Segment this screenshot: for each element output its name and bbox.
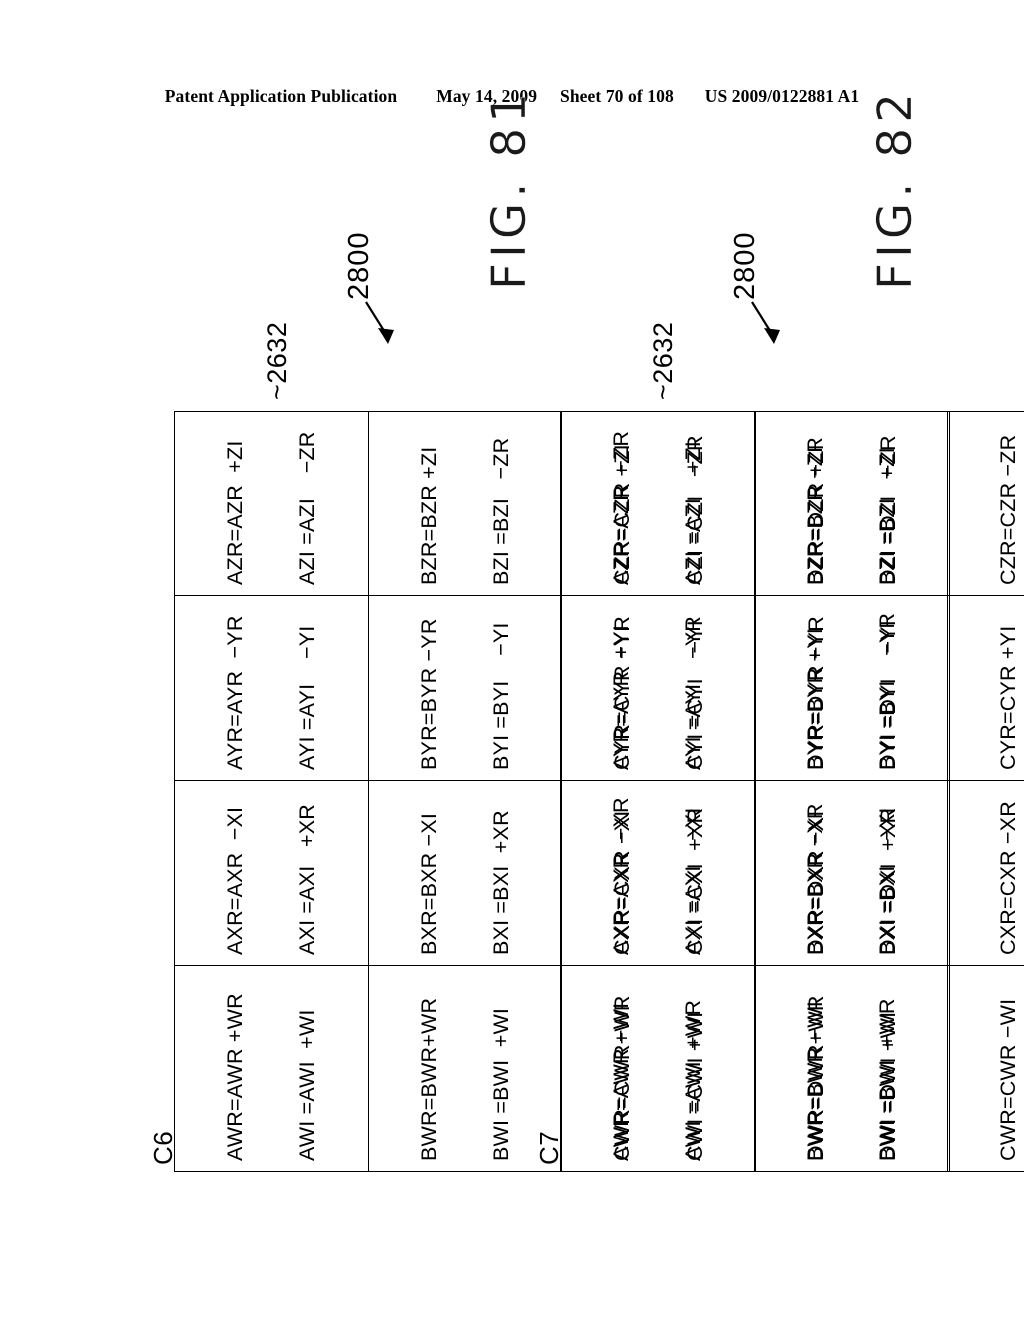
cell-line-1: AZR=AZR −ZR	[609, 430, 634, 585]
cell-line-2: BWI =BWI +WR	[875, 998, 900, 1161]
cell-line-2: AXI =AXI −XI	[681, 807, 706, 955]
figure-caption-82: FIG. 82	[868, 87, 923, 290]
operation-table-fig82: AWR=AWR −WI AWI =AWI +WR AXR=AXR −XR AXI…	[560, 411, 1024, 1172]
cell-line-2: AZI =AZI +ZI	[681, 441, 706, 585]
cell-line-1: AYR=AYR +YI	[609, 625, 634, 770]
cell-line-1: CZR=CZR −ZR	[996, 434, 1021, 585]
table-cell: AXR=AXR −XR AXI =AXI −XI	[560, 780, 755, 966]
reference-numeral-2800: 2800	[343, 231, 375, 300]
table-row: AWR=AWR +WR AWI =AWI +WI AXR=AXR −XI AXI…	[174, 411, 369, 1172]
cell-line-2: BZI =BZI +ZI	[875, 447, 900, 585]
table-cell: CXR=CXR −XR CXI =CXI −XI	[947, 780, 1024, 966]
reference-leader-arrow-2800	[751, 301, 780, 344]
cell-line-2: AWI =AWI +WI	[295, 1009, 320, 1161]
cell-line-1: BZR=BZR −ZR	[802, 437, 827, 585]
cell-line-2: AYI =AYI −YI	[295, 625, 320, 770]
cell-line-2: AZI =AZI −ZR	[295, 431, 320, 585]
reference-numeral-2632: ~2632	[648, 321, 678, 400]
table-cell: AXR=AXR −XI AXI =AXI +XR	[174, 780, 369, 966]
table-cell: BWR=BWR −WI BWI =BWI +WR	[754, 965, 948, 1172]
cell-line-2: BYI =BYI −YR	[875, 612, 900, 770]
reference-numeral-2800: 2800	[729, 231, 761, 300]
table-cell: CWR=CWR −WI CWI =CWI +WR	[947, 965, 1024, 1172]
cell-line-1: AWR=AWR −WI	[609, 1002, 634, 1161]
cell-line-1: BZR=BZR +ZI	[416, 446, 441, 585]
table-wrapper-fig82: AWR=AWR −WI AWI =AWI +WR AXR=AXR −XR AXI…	[560, 411, 1024, 1172]
cell-line-1: BYR=BYR +YI	[802, 627, 827, 770]
table-cell: BYR=BYR +YI BYI =BYI −YR	[754, 595, 948, 781]
cell-line-1: AWR=AWR +WR	[223, 993, 248, 1161]
cell-line-1: BXR=BXR −XR	[802, 803, 827, 955]
table-row: AWR=AWR −WI AWI =AWI +WR AXR=AXR −XR AXI…	[560, 411, 755, 1172]
table-cell: AZR=AZR −ZR AZI =AZI +ZI	[560, 411, 755, 596]
cell-line-2: AWI =AWI +WR	[681, 999, 706, 1161]
cell-line-1: BYR=BYR −YR	[416, 618, 441, 770]
table-cell: AYR=AYR +YI AYI =AYI −YR	[560, 595, 755, 781]
table-cell: BXR=BXR −XR BXI =BXI −XI	[754, 780, 948, 966]
figure-81: 2800 ~2632 C6 AWR=AWR +WR AWI =AWI +WI A…	[110, 0, 949, 1320]
cell-line-1: AYR=AYR −YR	[223, 615, 248, 770]
table-wrapper-fig81: AWR=AWR +WR AWI =AWI +WI AXR=AXR −XI AXI…	[174, 411, 949, 1172]
cell-line-1: AXR=AXR −XI	[223, 806, 248, 955]
table-cell: CZR=CZR −ZR CZI =CZI +ZI	[947, 411, 1024, 596]
table-cell: AZR=AZR +ZI AZI =AZI −ZR	[174, 411, 369, 596]
cell-line-1: AZR=AZR +ZI	[223, 440, 248, 585]
cell-line-1: BXR=BXR −XI	[416, 812, 441, 955]
reference-numeral-2632: ~2632	[262, 321, 292, 400]
cell-line-1: BWR=BWR+WR	[416, 997, 441, 1161]
table-row: BWR=BWR −WI BWI =BWI +WR BXR=BXR −XR BXI…	[754, 411, 948, 1172]
figure-82: 2800 ~2632 C7 AWR=AWR −WI AWI =AWI +WR A…	[496, 0, 1024, 1320]
cell-line-1: CWR=CWR −WI	[996, 998, 1021, 1161]
table-row: CWR=CWR −WI CWI =CWI +WR CXR=CXR −XR CXI…	[947, 411, 1024, 1172]
table-cell: BZR=BZR −ZR BZI =BZI +ZI	[754, 411, 948, 596]
cell-line-2: AYI =AYI −YR	[681, 616, 706, 770]
table-cell: AWR=AWR +WR AWI =AWI +WI	[174, 965, 369, 1172]
cell-line-1: BWR=BWR −WI	[802, 1001, 827, 1161]
cell-line-1: AXR=AXR −XR	[609, 797, 634, 955]
table-cell: AYR=AYR −YR AYI =AYI −YI	[174, 595, 369, 781]
cell-line-1: CXR=CXR −XR	[996, 801, 1021, 955]
table-cell: CYR=CYR +YI CYI =CYI −YR	[947, 595, 1024, 781]
reference-leader-arrow-2800	[365, 301, 394, 344]
cell-line-2: BXI =BXI −XI	[875, 807, 900, 955]
cell-line-1: CYR=CYR +YI	[996, 625, 1021, 770]
cell-line-2: AXI =AXI +XR	[295, 804, 320, 955]
table-cell: AWR=AWR −WI AWI =AWI +WR	[560, 965, 755, 1172]
